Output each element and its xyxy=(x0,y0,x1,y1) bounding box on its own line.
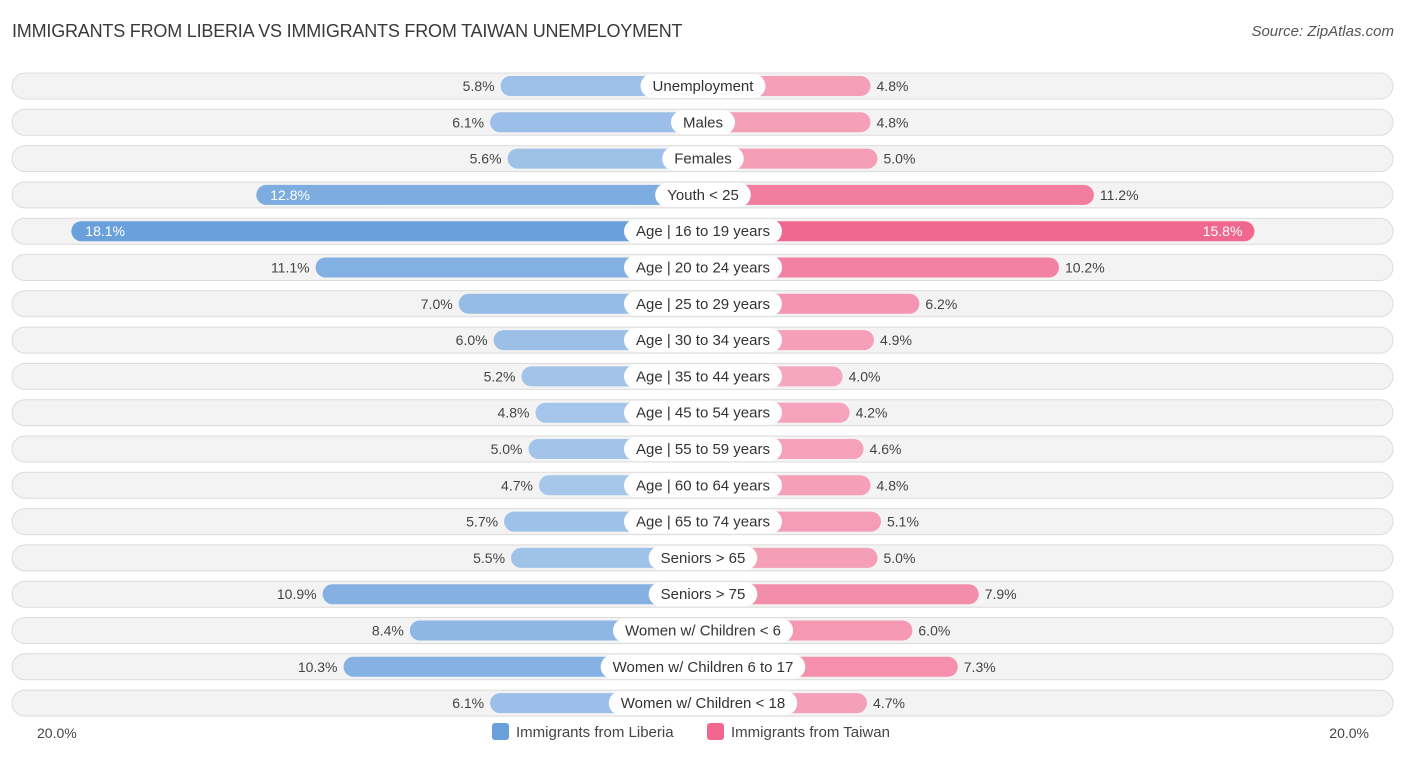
category-label: Age | 60 to 64 years xyxy=(636,477,770,494)
category-label: Seniors > 75 xyxy=(661,586,746,603)
value-label-liberia: 11.1% xyxy=(271,260,310,276)
value-label-taiwan: 4.7% xyxy=(873,695,905,711)
chart-row: 4.7% 4.8% Age | 60 to 64 years xyxy=(11,471,1394,499)
value-label-taiwan: 6.0% xyxy=(918,623,950,639)
chart-row: 5.2% 4.0% Age | 35 to 44 years xyxy=(11,362,1394,390)
value-label-taiwan: 4.8% xyxy=(877,78,909,94)
category-label: Females xyxy=(674,151,732,168)
bar-liberia[interactable] xyxy=(322,584,703,605)
chart-row: 5.7% 5.1% Age | 65 to 74 years xyxy=(11,508,1394,536)
axis-label-right: 20.0% xyxy=(1329,725,1369,741)
value-label-liberia: 7.0% xyxy=(421,296,453,312)
chart-row: 5.8% 4.8% Unemployment xyxy=(11,72,1394,100)
value-label-taiwan: 5.1% xyxy=(887,514,919,530)
value-label-liberia: 6.1% xyxy=(452,114,484,130)
value-label-liberia: 5.5% xyxy=(473,550,505,566)
legend: Immigrants from Liberia Immigrants from … xyxy=(492,723,890,741)
category-label: Youth < 25 xyxy=(667,187,739,204)
value-label-liberia: 5.8% xyxy=(463,78,495,94)
category-label: Seniors > 65 xyxy=(661,550,746,567)
chart-row: 11.1% 10.2% Age | 20 to 24 years xyxy=(11,254,1394,281)
category-label: Unemployment xyxy=(653,78,755,95)
value-label-taiwan: 4.8% xyxy=(877,114,909,130)
value-label-taiwan: 4.8% xyxy=(877,477,909,493)
value-label-liberia: 8.4% xyxy=(372,623,404,639)
value-label-liberia: 4.7% xyxy=(501,477,533,493)
category-label: Age | 16 to 19 years xyxy=(636,223,770,240)
category-label: Males xyxy=(683,114,723,131)
value-label-taiwan: 7.9% xyxy=(985,586,1017,602)
value-label-liberia: 12.8% xyxy=(270,187,310,203)
category-label: Age | 20 to 24 years xyxy=(636,260,770,277)
value-label-taiwan: 5.0% xyxy=(884,151,916,167)
chart-row: 10.3% 7.3% Women w/ Children 6 to 17 xyxy=(11,653,1394,681)
chart-row: 8.4% 6.0% Women w/ Children < 6 xyxy=(11,617,1394,644)
chart-row: 18.1% 15.8% Age | 16 to 19 years xyxy=(11,217,1394,245)
legend-item-taiwan[interactable]: Immigrants from Taiwan xyxy=(707,723,890,741)
chart-row: 12.8% 11.2% Youth < 25 xyxy=(11,181,1394,209)
legend-swatch-taiwan xyxy=(707,723,724,740)
bar-taiwan[interactable] xyxy=(703,221,1255,242)
legend-label-liberia: Immigrants from Liberia xyxy=(516,724,674,741)
category-label: Women w/ Children 6 to 17 xyxy=(613,659,794,676)
legend-item-liberia[interactable]: Immigrants from Liberia xyxy=(492,723,674,741)
chart-row: 5.6% 5.0% Females xyxy=(11,145,1394,173)
chart-row: 7.0% 6.2% Age | 25 to 29 years xyxy=(11,290,1394,318)
bar-taiwan[interactable] xyxy=(703,184,1094,205)
chart-row: 6.1% 4.7% Women w/ Children < 18 xyxy=(11,689,1394,717)
value-label-liberia: 5.6% xyxy=(470,151,502,167)
value-label-liberia: 5.2% xyxy=(484,368,516,384)
category-label: Age | 30 to 34 years xyxy=(636,332,770,349)
value-label-liberia: 5.7% xyxy=(466,514,498,530)
axis-label-left: 20.0% xyxy=(37,725,77,741)
legend-swatch-liberia xyxy=(492,723,509,740)
value-label-liberia: 6.1% xyxy=(452,695,484,711)
chart-row: 6.1% 4.8% Males xyxy=(11,108,1394,136)
category-label: Women w/ Children < 18 xyxy=(621,695,785,712)
chart-row: 5.5% 5.0% Seniors > 65 xyxy=(11,544,1394,572)
value-label-taiwan: 5.0% xyxy=(884,550,916,566)
value-label-taiwan: 7.3% xyxy=(964,659,996,675)
category-label: Age | 45 to 54 years xyxy=(636,405,770,422)
value-label-taiwan: 4.0% xyxy=(849,368,881,384)
value-label-liberia: 6.0% xyxy=(456,332,488,348)
category-label: Age | 65 to 74 years xyxy=(636,514,770,531)
value-label-taiwan: 4.9% xyxy=(880,332,912,348)
value-label-liberia: 4.8% xyxy=(498,405,530,421)
value-label-liberia: 5.0% xyxy=(491,441,523,457)
legend-label-taiwan: Immigrants from Taiwan xyxy=(731,724,890,741)
value-label-taiwan: 10.2% xyxy=(1065,260,1105,276)
chart-row: 10.9% 7.9% Seniors > 75 xyxy=(11,580,1394,608)
category-label: Age | 55 to 59 years xyxy=(636,441,770,458)
value-label-liberia: 10.9% xyxy=(277,586,317,602)
value-label-taiwan: 4.6% xyxy=(870,441,902,457)
category-label: Women w/ Children < 6 xyxy=(625,623,781,640)
bar-liberia[interactable] xyxy=(256,184,703,205)
chart-row: 5.0% 4.6% Age | 55 to 59 years xyxy=(11,435,1394,463)
bar-liberia[interactable] xyxy=(71,221,703,242)
x-axis: 20.0% 20.0% xyxy=(37,725,1369,741)
value-label-taiwan: 4.2% xyxy=(856,405,888,421)
chart-rows: 5.8% 4.8% Unemployment 6.1% 4.8% Males 5.6% 5.0… xyxy=(11,72,1394,717)
diverging-bar-chart: 5.8% 4.8% Unemployment 6.1% 4.8% Males 5.6% 5.0… xyxy=(11,72,1394,741)
value-label-liberia: 10.3% xyxy=(298,659,338,675)
chart-row: 4.8% 4.2% Age | 45 to 54 years xyxy=(11,399,1394,427)
value-label-taiwan: 11.2% xyxy=(1100,187,1139,203)
value-label-liberia: 18.1% xyxy=(85,223,125,239)
category-label: Age | 25 to 29 years xyxy=(636,296,770,313)
value-label-taiwan: 6.2% xyxy=(925,296,957,312)
category-label: Age | 35 to 44 years xyxy=(636,368,770,385)
value-label-taiwan: 15.8% xyxy=(1203,223,1243,239)
chart-row: 6.0% 4.9% Age | 30 to 34 years xyxy=(11,326,1394,354)
